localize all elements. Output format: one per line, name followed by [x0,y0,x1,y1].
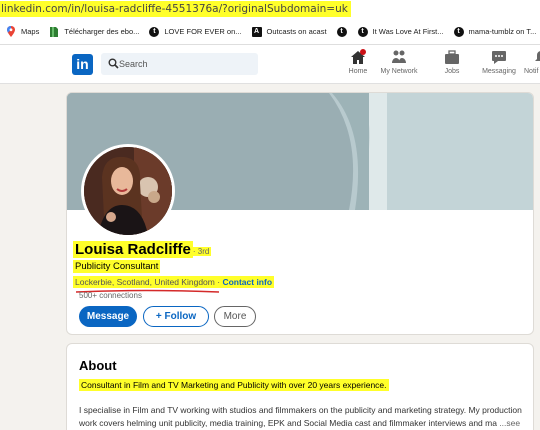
map-pin-icon [6,26,16,37]
message-icon [490,49,508,65]
url-text[interactable]: linkedin.com/in/louisa-radcliffe-4551376… [0,1,351,17]
bookmark-label: LOVE FOR EVER on... [164,27,242,36]
nav-label: My Network [380,68,418,75]
about-body: I specialise in Film and TV working with… [79,404,525,430]
profile-avatar[interactable] [81,144,175,238]
profile-name: Louisa Radcliffe [73,241,193,258]
tumblr-icon: t [453,26,464,37]
search-input[interactable] [119,53,255,75]
bookmarks-bar: Maps Télécharger des ebo... t LOVE FOR E… [0,19,540,45]
bookmark-mama-tumblz[interactable]: t mama-tumblz on T... [453,26,537,37]
book-icon [49,27,59,37]
bookmark-tumblr[interactable]: t [336,26,352,37]
bookmark-ebooks[interactable]: Télécharger des ebo... [49,27,139,37]
profile-location: Lockerbie, Scotland, United Kingdom [75,277,215,287]
nav-label: Jobs [444,68,460,75]
linkedin-logo[interactable]: in [72,54,93,75]
profile-card: Louisa Radcliffe · 3rd Publicity Consult… [66,92,534,335]
profile-name-row: Louisa Radcliffe · 3rd [73,241,212,258]
bookmark-label: Outcasts on acast [266,27,327,36]
nav-notifications[interactable]: Notif [524,49,540,75]
address-bar[interactable]: linkedin.com/in/louisa-radcliffe-4551376… [0,0,540,19]
message-button[interactable]: Message [79,306,137,327]
nav-jobs[interactable]: Jobs [440,49,464,75]
nav-my-network[interactable]: My Network [372,49,426,75]
bookmark-love-for-ever[interactable]: t LOVE FOR EVER on... [149,26,242,37]
bookmark-label: mama-tumblz on T... [468,27,537,36]
search-box[interactable] [101,53,258,75]
connections-count[interactable]: 500+ connections [79,291,142,300]
contact-info-link[interactable]: Contact info [222,277,272,287]
tumblr-icon: t [149,26,160,37]
bell-icon [532,49,540,65]
nav-label: Messaging [482,68,516,75]
profile-location-row: Lockerbie, Scotland, United Kingdom · Co… [73,276,275,288]
network-icon [390,49,408,65]
nav-label: Notif [524,68,539,75]
bookmark-label: Maps [21,27,40,36]
home-icon [349,49,367,65]
about-title: About [79,358,117,373]
connection-degree: · 3rd [192,247,212,256]
bookmark-label: Télécharger des ebo... [64,27,140,36]
linkedin-navbar: in Home My Network Jobs Messaging Notif [0,45,540,84]
nav-label: Home [348,68,368,75]
bookmark-maps[interactable]: Maps [6,26,40,37]
more-button[interactable]: More [214,306,256,327]
tumblr-icon: t [336,26,347,37]
nav-messaging[interactable]: Messaging [480,49,518,75]
bookmark-outcasts[interactable]: A Outcasts on acast [251,26,327,37]
follow-button[interactable]: + Follow [143,306,209,327]
bookmark-love-at-first[interactable]: t It Was Love At First... [357,26,444,37]
briefcase-icon [443,49,461,65]
about-card: About Consultant in Film and TV Marketin… [66,343,534,430]
tumblr-icon: t [357,26,368,37]
bookmark-label: It Was Love At First... [372,27,444,36]
nav-home[interactable]: Home [347,49,369,75]
acast-icon: A [251,26,262,37]
about-highlight: Consultant in Film and TV Marketing and … [79,379,389,391]
profile-headline: Publicity Consultant [73,260,161,273]
about-text: I specialise in Film and TV working with… [79,405,522,428]
